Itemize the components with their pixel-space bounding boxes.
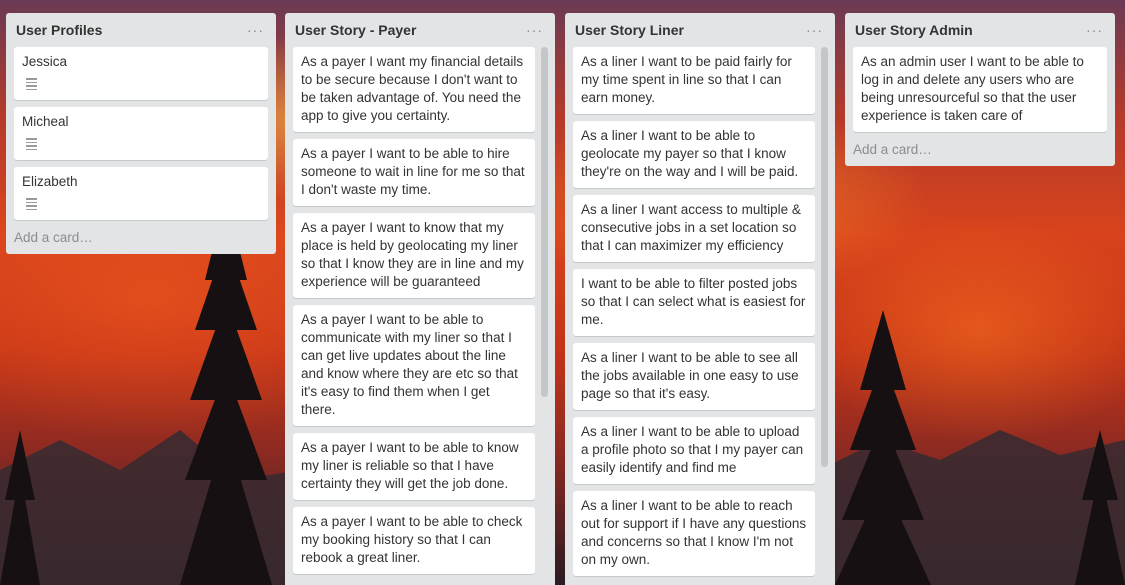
list-card[interactable]: As a payer I want to be able to check my…	[293, 507, 535, 574]
list-header: User Profiles ···	[14, 13, 268, 47]
ellipsis-icon[interactable]: ···	[526, 22, 543, 38]
list-card[interactable]: As a payer I want to know that my place …	[293, 213, 535, 298]
ellipsis-icon[interactable]: ···	[1086, 22, 1103, 38]
card-title: Elizabeth	[22, 174, 78, 189]
list-card[interactable]: I want to be able to filter posted jobs …	[573, 269, 815, 336]
card-list: As an admin user I want to be able to lo…	[853, 47, 1107, 132]
list-title[interactable]: User Story Admin	[855, 22, 973, 38]
card-title: Micheal	[22, 114, 69, 129]
ellipsis-icon[interactable]: ···	[806, 22, 823, 38]
list-header: User Story - Payer ···	[293, 13, 542, 47]
card-list: As a payer I want my financial details t…	[293, 47, 535, 574]
list-user-story-payer: User Story - Payer ··· As a payer I want…	[285, 13, 555, 585]
card-title: Jessica	[22, 54, 68, 69]
list-card[interactable]: As a liner I want to be able to geolocat…	[573, 121, 815, 188]
list-header: User Story Liner ···	[573, 13, 822, 47]
list-header: User Story Admin ···	[853, 13, 1107, 47]
list-card[interactable]: As a payer I want to be able to communic…	[293, 305, 535, 426]
list-title[interactable]: User Profiles	[16, 22, 102, 38]
list-card[interactable]: As a liner I want to be able to reach ou…	[573, 491, 815, 576]
ellipsis-icon[interactable]: ···	[247, 22, 264, 38]
add-card-button[interactable]: Add a card…	[853, 132, 1107, 166]
card-list: Jessica Micheal Elizabeth	[14, 47, 268, 220]
list-user-profiles: User Profiles ··· Jessica Micheal Elizab…	[6, 13, 276, 254]
add-card-button[interactable]: Add a card…	[14, 220, 268, 254]
list-card[interactable]: Elizabeth	[14, 167, 268, 220]
description-icon	[26, 198, 37, 210]
list-card[interactable]: As a liner I want to be able to upload a…	[573, 417, 815, 484]
list-scrollbar[interactable]	[541, 47, 548, 397]
list-card[interactable]: As a liner I want access to multiple & c…	[573, 195, 815, 262]
list-card[interactable]: As a payer I want to be able to hire som…	[293, 139, 535, 206]
list-card[interactable]: As a liner I want to be paid fairly for …	[573, 47, 815, 114]
list-card[interactable]: As a liner I want to be able to see all …	[573, 343, 815, 410]
list-title[interactable]: User Story - Payer	[295, 22, 416, 38]
list-user-story-admin: User Story Admin ··· As an admin user I …	[845, 13, 1115, 166]
list-card[interactable]: Jessica	[14, 47, 268, 100]
list-user-story-liner: User Story Liner ··· As a liner I want t…	[565, 13, 835, 585]
list-card[interactable]: As an admin user I want to be able to lo…	[853, 47, 1107, 132]
card-list: As a liner I want to be paid fairly for …	[573, 47, 815, 576]
list-card[interactable]: As a payer I want my financial details t…	[293, 47, 535, 132]
description-icon	[26, 138, 37, 150]
board: User Profiles ··· Jessica Micheal Elizab…	[0, 0, 1125, 585]
list-scrollbar[interactable]	[821, 47, 828, 467]
list-card[interactable]: As a payer I want to be able to know my …	[293, 433, 535, 500]
list-card[interactable]: Micheal	[14, 107, 268, 160]
description-icon	[26, 78, 37, 90]
list-title[interactable]: User Story Liner	[575, 22, 684, 38]
